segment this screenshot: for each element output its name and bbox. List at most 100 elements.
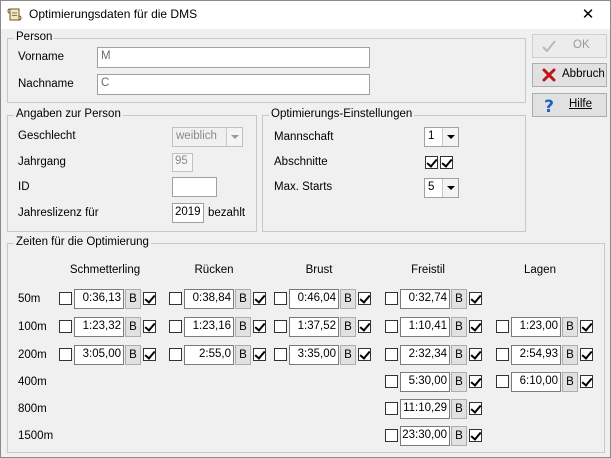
dialog-window: Optimierungsdaten für die DMS ✕ OK Abbru… — [0, 0, 611, 458]
b-button[interactable]: B — [562, 372, 578, 392]
include-checkbox[interactable] — [59, 292, 72, 305]
time-input[interactable]: 23:30,00 — [400, 426, 450, 446]
ok-button[interactable]: OK — [532, 34, 607, 58]
include-checkbox[interactable] — [385, 402, 398, 415]
b-button[interactable]: B — [451, 289, 467, 309]
geschlecht-select[interactable]: weiblich — [172, 127, 243, 147]
time-input[interactable]: 11:10,29 — [400, 399, 450, 419]
include-checkbox[interactable] — [385, 429, 398, 442]
b-button[interactable]: B — [451, 426, 467, 446]
include-checkbox[interactable] — [169, 292, 182, 305]
b-button[interactable]: B — [562, 345, 578, 365]
active-checkbox[interactable] — [358, 292, 371, 305]
include-checkbox[interactable] — [385, 375, 398, 388]
b-button[interactable]: B — [340, 289, 356, 309]
b-button[interactable]: B — [562, 317, 578, 337]
b-button[interactable]: B — [125, 317, 141, 337]
b-button[interactable]: B — [451, 345, 467, 365]
b-button[interactable]: B — [125, 289, 141, 309]
active-checkbox[interactable] — [143, 292, 156, 305]
b-button[interactable]: B — [451, 372, 467, 392]
include-checkbox[interactable] — [169, 348, 182, 361]
include-checkbox[interactable] — [274, 348, 287, 361]
include-checkbox[interactable] — [59, 320, 72, 333]
active-checkbox[interactable] — [580, 348, 593, 361]
active-checkbox[interactable] — [469, 375, 482, 388]
time-input[interactable]: 1:10,41 — [400, 317, 450, 337]
active-checkbox[interactable] — [469, 429, 482, 442]
jahrgang-input[interactable]: 95 — [172, 153, 193, 172]
time-input[interactable]: 5:30,00 — [400, 372, 450, 392]
vorname-label: Vorname — [18, 51, 65, 63]
active-checkbox[interactable] — [143, 348, 156, 361]
include-checkbox[interactable] — [496, 320, 509, 333]
time-input[interactable]: 0:32,74 — [400, 289, 450, 309]
abschnitte-checkbox-2[interactable] — [440, 156, 453, 169]
b-button[interactable]: B — [235, 289, 251, 309]
active-checkbox[interactable] — [358, 320, 371, 333]
active-checkbox[interactable] — [580, 320, 593, 333]
time-input[interactable]: 3:35,00 — [289, 345, 339, 365]
hilfe-button[interactable]: ? Hilfe — [532, 93, 607, 117]
include-checkbox[interactable] — [274, 292, 287, 305]
active-checkbox[interactable] — [469, 292, 482, 305]
scroll-document-icon — [7, 8, 22, 21]
close-icon: ✕ — [581, 6, 595, 23]
b-button[interactable]: B — [235, 345, 251, 365]
mannschaft-select[interactable]: 1 — [424, 127, 459, 147]
include-checkbox[interactable] — [385, 348, 398, 361]
chevron-down-icon — [442, 128, 458, 146]
stroke-header-1: Rücken — [194, 264, 234, 276]
time-input[interactable]: 0:36,13 — [74, 289, 124, 309]
mannschaft-label: Mannschaft — [274, 131, 334, 143]
time-input[interactable]: 0:38,84 — [184, 289, 234, 309]
active-checkbox[interactable] — [143, 320, 156, 333]
id-input[interactable] — [172, 177, 217, 197]
time-input[interactable]: 1:37,52 — [289, 317, 339, 337]
nachname-input[interactable]: C — [97, 74, 370, 95]
include-checkbox[interactable] — [169, 320, 182, 333]
stroke-header-0: Schmetterling — [69, 264, 141, 276]
b-button[interactable]: B — [340, 345, 356, 365]
vorname-input[interactable]: M — [97, 47, 370, 68]
time-input[interactable]: 3:05,00 — [74, 345, 124, 365]
time-input[interactable]: 2:55,0 — [184, 345, 234, 365]
jahreslizenz-input[interactable]: 2019 — [172, 203, 204, 223]
angaben-group-label: Angaben zur Person — [14, 108, 123, 120]
include-checkbox[interactable] — [59, 348, 72, 361]
optimierung-group-label: Optimierungs-Einstellungen — [269, 108, 415, 120]
ok-label: OK — [573, 39, 590, 51]
b-button[interactable]: B — [451, 317, 467, 337]
close-button[interactable]: ✕ — [566, 1, 610, 29]
b-button[interactable]: B — [340, 317, 356, 337]
b-button[interactable]: B — [451, 399, 467, 419]
include-checkbox[interactable] — [274, 320, 287, 333]
stroke-header-2: Brust — [305, 264, 333, 276]
time-input[interactable]: 1:23,00 — [511, 317, 561, 337]
active-checkbox[interactable] — [253, 292, 266, 305]
include-checkbox[interactable] — [385, 292, 398, 305]
active-checkbox[interactable] — [469, 320, 482, 333]
active-checkbox[interactable] — [469, 348, 482, 361]
time-input[interactable]: 1:23,16 — [184, 317, 234, 337]
active-checkbox[interactable] — [253, 348, 266, 361]
abschnitte-checkbox-1[interactable] — [425, 156, 438, 169]
include-checkbox[interactable] — [496, 375, 509, 388]
include-checkbox[interactable] — [385, 320, 398, 333]
time-input[interactable]: 0:46,04 — [289, 289, 339, 309]
time-input[interactable]: 2:32,34 — [400, 345, 450, 365]
include-checkbox[interactable] — [496, 348, 509, 361]
time-input[interactable]: 1:23,32 — [74, 317, 124, 337]
active-checkbox[interactable] — [580, 375, 593, 388]
id-label: ID — [18, 181, 30, 193]
active-checkbox[interactable] — [358, 348, 371, 361]
time-input[interactable]: 6:10,00 — [511, 372, 561, 392]
maxstarts-select[interactable]: 5 — [424, 178, 459, 198]
active-checkbox[interactable] — [253, 320, 266, 333]
distance-label: 800m — [18, 403, 47, 415]
time-input[interactable]: 2:54,93 — [511, 345, 561, 365]
b-button[interactable]: B — [235, 317, 251, 337]
active-checkbox[interactable] — [469, 402, 482, 415]
abbruch-button[interactable]: Abbruch — [532, 63, 607, 87]
b-button[interactable]: B — [125, 345, 141, 365]
